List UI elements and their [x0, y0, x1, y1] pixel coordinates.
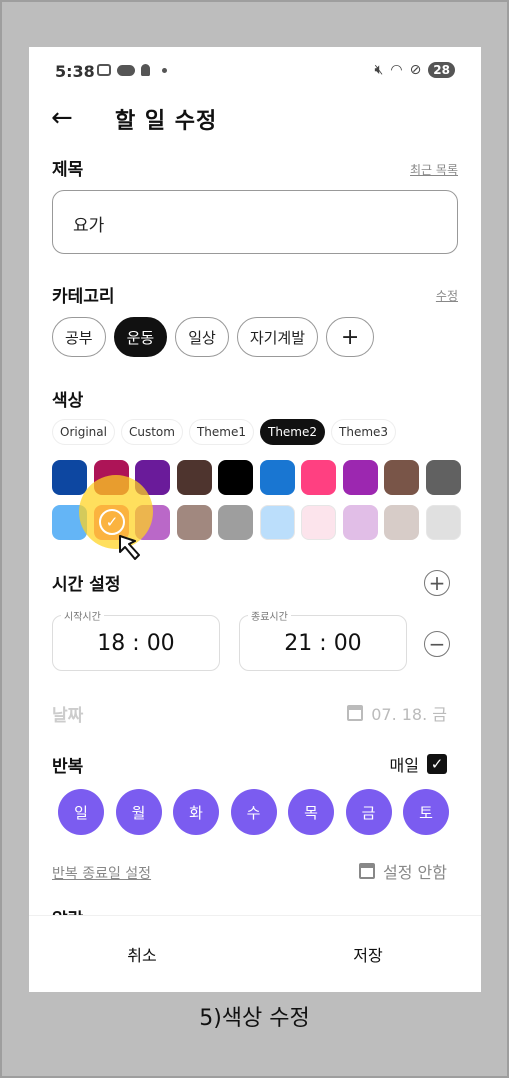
theme-tab-theme2[interactable]: Theme2 — [259, 419, 326, 445]
pill-icon — [117, 64, 135, 76]
calendar-icon — [347, 705, 364, 721]
day-sat[interactable]: 토 — [403, 789, 449, 835]
battery-badge: 28 — [428, 62, 455, 78]
repeat-end-value: 설정 안함 — [383, 863, 447, 882]
color-swatch[interactable] — [218, 460, 253, 495]
phone-screen: 5:38 🔇︎ ◠ ⊘ 28 ← 할 일 수정 제목 최근 목록 요가 카테고리… — [29, 47, 481, 992]
status-time: 5:38 — [55, 62, 95, 81]
title-label: 제목 — [52, 160, 84, 180]
theme-tab-theme3[interactable]: Theme3 — [331, 419, 397, 445]
dnd-icon: ⊘ — [409, 62, 422, 78]
color-swatch[interactable] — [384, 505, 419, 540]
date-value: 07. 18. 금 — [371, 705, 447, 724]
color-swatch[interactable] — [176, 505, 212, 540]
status-left-icons — [97, 64, 167, 76]
color-swatch[interactable] — [384, 460, 419, 495]
day-wed[interactable]: 수 — [230, 789, 277, 835]
day-fri[interactable]: 금 — [345, 789, 392, 835]
color-swatch[interactable] — [301, 460, 336, 495]
start-time-caption: 시작시간 — [61, 608, 104, 623]
save-button[interactable]: 저장 — [255, 916, 481, 992]
theme-tabs: Original Custom Theme1 Theme2 Theme3 — [52, 419, 397, 445]
day-tue[interactable]: 화 — [173, 789, 219, 835]
daily-checkbox[interactable]: ✓ — [427, 754, 447, 774]
color-swatch[interactable] — [259, 505, 295, 540]
status-right-icons: 🔇︎ ◠ ⊘ 28 — [375, 62, 455, 78]
color-swatch[interactable] — [425, 460, 461, 495]
bulb-icon — [141, 64, 150, 76]
date-label: 날짜 — [52, 706, 84, 726]
category-chip-exercise[interactable]: 운동 — [113, 317, 168, 357]
color-label: 색상 — [52, 391, 84, 411]
screenshot-icon — [97, 64, 111, 76]
day-sun[interactable]: 일 — [58, 789, 104, 835]
weekday-selector: 일 월 화 수 목 금 토 — [58, 789, 449, 835]
end-time-caption: 종료시간 — [248, 608, 291, 623]
color-swatch[interactable] — [218, 505, 253, 540]
daily-label: 매일 — [389, 756, 419, 775]
daily-toggle[interactable]: 매일 ✓ — [390, 752, 447, 776]
mute-icon: 🔇︎ — [374, 62, 384, 78]
category-chip-daily[interactable]: 일상 — [175, 317, 229, 357]
theme-tab-custom[interactable]: Custom — [120, 419, 183, 445]
page-title: 할 일 수정 — [115, 109, 218, 134]
bottom-actions: 취소 저장 — [29, 915, 481, 992]
repeat-end-link[interactable]: 반복 종료일 설정 — [52, 863, 151, 883]
cancel-button[interactable]: 취소 — [29, 916, 255, 992]
day-mon[interactable]: 월 — [115, 789, 162, 835]
color-swatch[interactable] — [342, 460, 378, 495]
cursor-arrow-icon — [119, 535, 140, 560]
dot-icon — [162, 67, 167, 73]
start-time-field[interactable]: 18 : 00 — [52, 615, 220, 671]
color-swatch[interactable] — [176, 460, 212, 495]
time-label: 시간 설정 — [52, 575, 121, 595]
category-chip-study[interactable]: 공부 — [52, 317, 106, 357]
selected-check-icon: ✓ — [99, 509, 125, 535]
category-chip-selfdev[interactable]: 자기계발 — [236, 317, 319, 357]
color-swatch[interactable] — [425, 505, 461, 540]
back-arrow-icon[interactable]: ← — [51, 103, 73, 133]
repeat-end-picker[interactable]: 설정 안함 — [359, 859, 447, 883]
color-swatch[interactable] — [259, 460, 295, 495]
figure-caption: 5)색상 수정 — [199, 1006, 310, 1031]
add-category-button[interactable]: + — [326, 317, 375, 357]
calendar-icon — [359, 863, 376, 879]
add-time-icon[interactable]: + — [424, 570, 450, 596]
category-label: 카테고리 — [52, 287, 115, 307]
theme-tab-original[interactable]: Original — [52, 419, 115, 445]
recent-list-link[interactable]: 최근 목록 — [410, 161, 458, 178]
theme-tab-theme1[interactable]: Theme1 — [188, 419, 254, 445]
title-input[interactable]: 요가 — [52, 190, 458, 254]
date-picker[interactable]: 07. 18. 금 — [347, 701, 447, 725]
color-swatch[interactable] — [301, 505, 336, 540]
color-swatch[interactable] — [52, 460, 87, 495]
wifi-icon: ◠ — [390, 62, 403, 78]
color-swatch[interactable] — [342, 505, 378, 540]
category-edit-link[interactable]: 수정 — [436, 287, 458, 304]
end-time-field[interactable]: 21 : 00 — [239, 615, 407, 671]
day-thu[interactable]: 목 — [288, 789, 334, 835]
category-chips: 공부 운동 일상 자기계발 + — [52, 317, 375, 357]
remove-time-icon[interactable]: − — [424, 631, 450, 657]
repeat-label: 반복 — [52, 757, 84, 777]
